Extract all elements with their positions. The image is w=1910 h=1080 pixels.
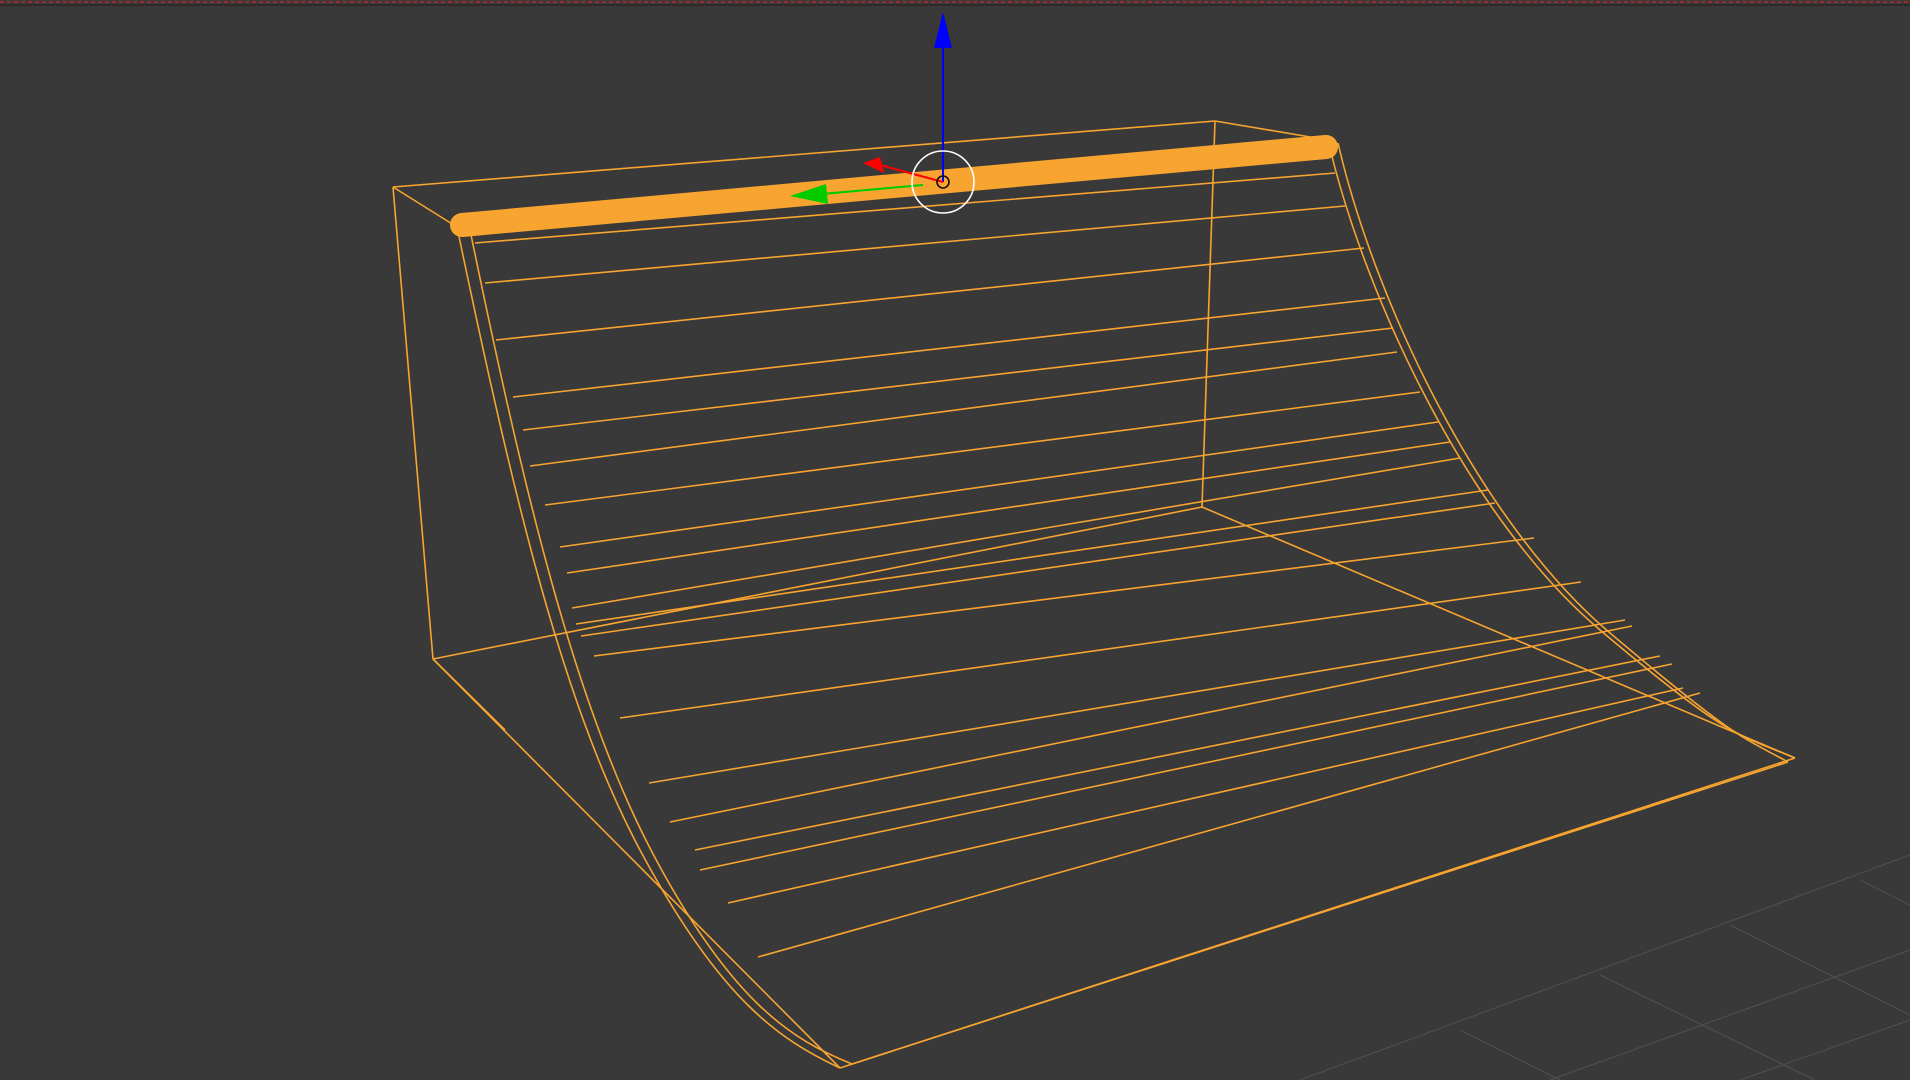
ramp-surface-loops — [474, 172, 1701, 958]
z-axis-arrow-icon[interactable] — [934, 12, 952, 48]
viewport-canvas[interactable] — [0, 0, 1910, 1080]
ramp-back-bottom-edge — [432, 506, 1203, 660]
ramp-right-curve-inner — [1337, 142, 1789, 763]
ramp-right-bottom-edge — [1201, 506, 1796, 759]
viewport-header-border — [0, 1, 1910, 6]
quarter-pipe-ramp[interactable] — [392, 120, 1796, 1069]
ramp-left-top-edge — [392, 186, 458, 228]
ramp-back-left-edge — [392, 186, 434, 660]
ramp-back-right-edge — [1201, 120, 1216, 508]
ramp-left-bottom-edge — [432, 658, 841, 1069]
ramp-left-side-diagonal — [432, 658, 506, 731]
3d-viewport[interactable] — [0, 0, 1910, 1080]
x-axis-arrow-icon[interactable] — [863, 157, 884, 173]
ramp-coping-edge[interactable] — [450, 135, 1338, 237]
ramp-left-curve-outer — [456, 226, 841, 1069]
z-axis-handle[interactable] — [934, 12, 952, 182]
